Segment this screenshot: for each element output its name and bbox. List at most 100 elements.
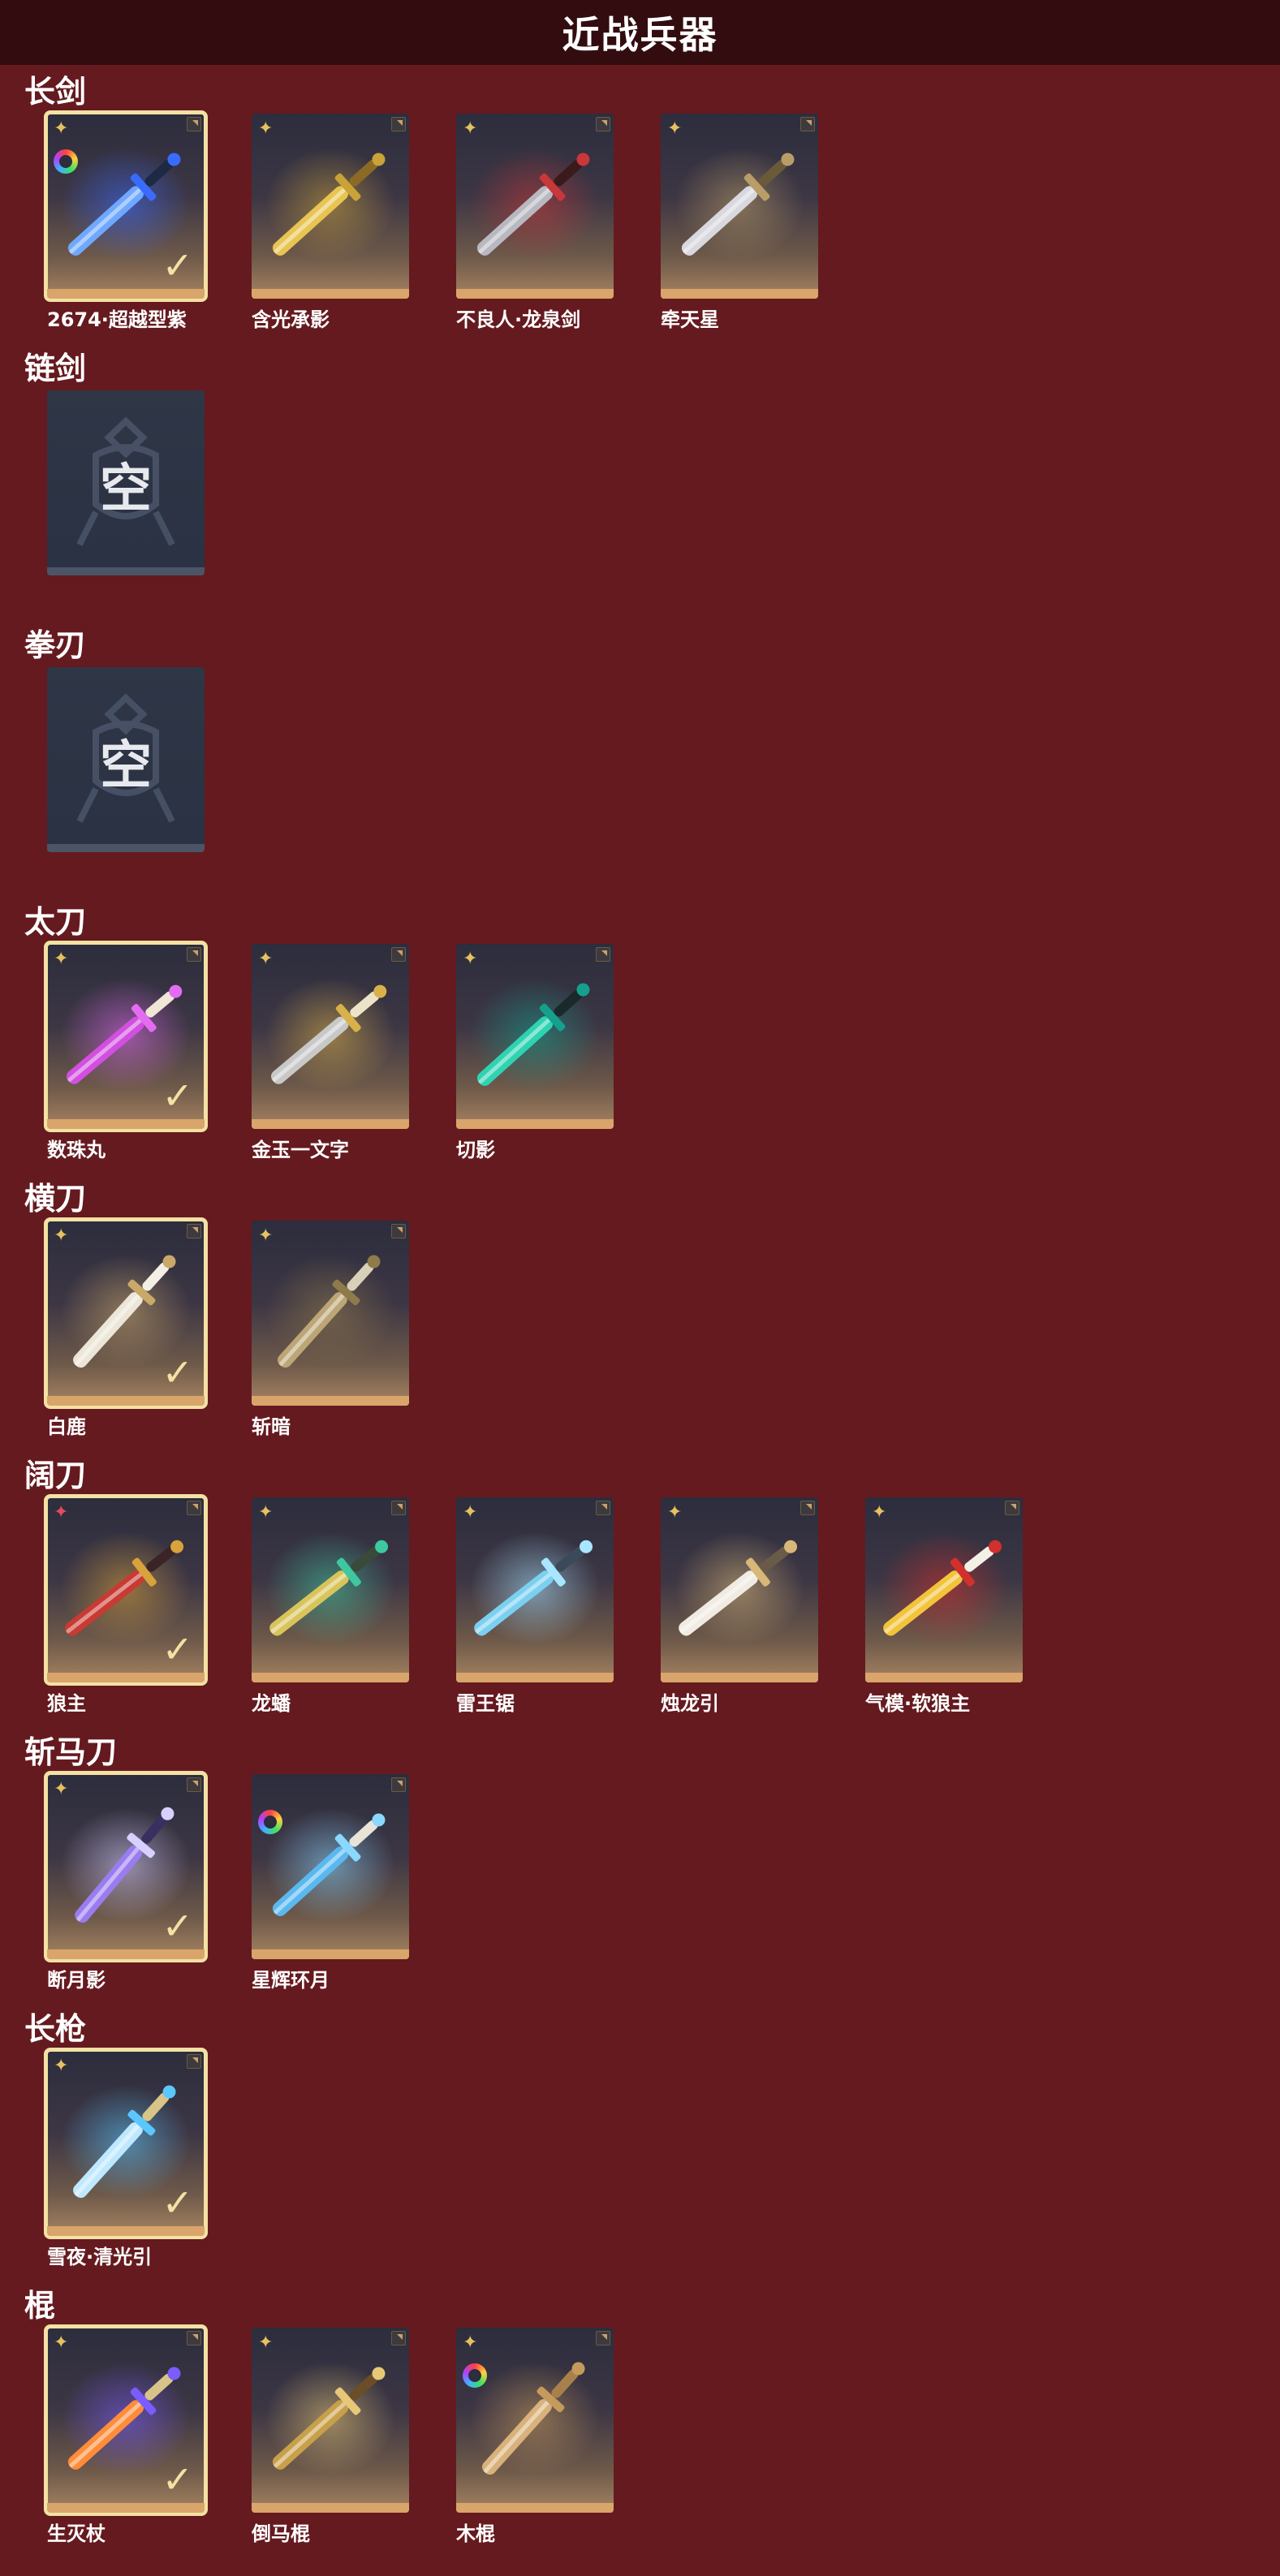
weapon-item[interactable]: ✦ 不良人·龙泉剑 [456,114,614,332]
weapon-item[interactable]: ✦ 牵天星 [661,114,818,332]
weapon-item[interactable]: ✦ 雷王锯 [456,1497,614,1716]
weapon-card[interactable]: ✦ [456,1497,614,1682]
empty-slot-card[interactable]: 空 [47,390,205,575]
weapon-card[interactable]: ✦ [456,944,614,1129]
category-title: 棍 [24,2288,56,2324]
quality-star-icon: ✦ [54,1779,69,1799]
weapon-card[interactable]: ✦ [661,114,818,299]
weapon-item[interactable]: ✦ 含光承影 [252,114,409,332]
weapon-card[interactable]: ✦ [252,114,409,299]
weapon-card[interactable]: ✦ [865,1497,1023,1682]
weapon-name: 牵天星 [661,308,719,331]
weapon-item[interactable]: ✦ 切影 [456,944,614,1162]
weapon-card[interactable]: ✦ [661,1497,818,1682]
quality-star-icon: ✦ [258,118,274,139]
weapon-card[interactable]: ✦ ✓ [44,1494,208,1686]
quality-star-icon: ✦ [258,2333,274,2353]
selected-check-icon: ✓ [162,1074,193,1118]
weapon-item[interactable]: ✦ ✓ 狼主 [44,1494,208,1716]
weapon-name: 断月影 [47,1969,106,1992]
category-title: 链剑 [24,351,87,386]
rainbow-ring-icon [258,1810,282,1834]
weapon-card[interactable]: ✦ ✓ [44,110,208,302]
category-title: 横刀 [24,1181,87,1217]
weapon-name: 金玉一文字 [252,1139,349,1161]
quality-star-icon: ✦ [258,1502,274,1523]
weapon-art-icon [265,1255,395,1368]
weapon-item[interactable]: ✦ ✓ 白鹿 [44,1217,208,1439]
weapon-item[interactable]: 星辉环月 [252,1774,409,1992]
empty-slot[interactable]: 空 [47,390,205,575]
page-title: 近战兵器 [562,13,718,57]
weapon-item[interactable]: ✦ ✓ 雪夜·清光引 [44,2048,208,2269]
weapon-item[interactable]: ✦ 气模·软狼主 [865,1497,1023,1716]
weapon-art-icon [265,1531,395,1645]
weapon-card[interactable]: ✦ ✓ [44,2324,208,2516]
empty-slot-card[interactable]: 空 [47,667,205,852]
corner-tag-icon [800,1501,815,1515]
weapon-name: 星辉环月 [252,1969,330,1992]
weapon-card[interactable]: ✦ [456,114,614,299]
weapon-art-icon [265,978,395,1092]
quality-star-icon: ✦ [258,1226,274,1246]
selected-check-icon: ✓ [162,243,193,287]
corner-tag-icon [1005,1501,1019,1515]
page-header: 近战兵器 [0,0,1280,65]
weapon-item[interactable]: ✦ ✓ 断月影 [44,1771,208,1992]
weapon-name: 斩暗 [252,1415,291,1438]
weapon-name: 气模·软狼主 [865,1692,971,1715]
weapon-item[interactable]: ✦ 倒马棍 [252,2328,409,2546]
weapon-card[interactable]: ✦ ✓ [44,2048,208,2239]
quality-star-icon: ✦ [54,118,69,139]
weapon-item[interactable]: ✦ 斩暗 [252,1221,409,1439]
weapon-card[interactable]: ✦ [252,1497,409,1682]
weapon-item[interactable]: ✦ 木棍 [456,2328,614,2546]
quality-star-icon: ✦ [463,118,478,139]
corner-tag-icon [391,947,406,962]
weapon-card[interactable]: ✦ ✓ [44,1771,208,1962]
selected-check-icon: ✓ [162,1350,193,1394]
weapon-art-icon [470,2362,600,2475]
weapon-card[interactable] [252,1774,409,1959]
weapon-name: 龙蟠 [252,1692,291,1715]
weapon-card[interactable]: ✦ ✓ [44,941,208,1132]
quality-star-icon: ✦ [667,1502,683,1523]
selected-check-icon: ✓ [162,1627,193,1671]
weapon-art-icon [265,1808,395,1922]
weapon-card[interactable]: ✦ [252,1221,409,1406]
weapon-card[interactable]: ✦ ✓ [44,1217,208,1409]
quality-star-icon: ✦ [463,1502,478,1523]
quality-star-icon: ✦ [54,949,69,969]
weapon-item[interactable]: ✦ ✓ 数珠丸 [44,941,208,1162]
weapon-name: 雪夜·清光引 [47,2246,153,2268]
quality-star-icon: ✦ [872,1502,887,1523]
weapon-name: 生灭杖 [47,2522,106,2545]
weapon-art-icon [879,1531,1009,1645]
quality-star-icon: ✦ [54,1502,69,1523]
weapon-card[interactable]: ✦ [252,2328,409,2513]
weapon-art-icon [265,148,395,261]
empty-slot[interactable]: 空 [47,667,205,852]
weapon-item[interactable]: ✦ ✓ 2674·超越型紫 [44,110,208,332]
quality-star-icon: ✦ [54,1226,69,1246]
weapon-name: 切影 [456,1139,495,1161]
corner-tag-icon [187,1224,201,1238]
corner-tag-icon [391,117,406,131]
weapon-name: 含光承影 [252,308,330,331]
category-title: 斩马刀 [24,1734,118,1770]
weapon-item[interactable]: ✦ ✓ 生灭杖 [44,2324,208,2546]
weapon-item[interactable]: ✦ 龙蟠 [252,1497,409,1716]
weapon-card[interactable]: ✦ [252,944,409,1129]
weapon-card[interactable]: ✦ [456,2328,614,2513]
corner-tag-icon [187,117,201,131]
weapon-item[interactable]: ✦ 烛龙引 [661,1497,818,1716]
category-title: 太刀 [24,904,87,940]
empty-slot-label: 空 [100,736,152,796]
weapon-name: 2674·超越型紫 [47,308,187,331]
quality-star-icon: ✦ [667,118,683,139]
weapon-art-icon [674,148,804,261]
weapon-name: 不良人·龙泉剑 [456,308,581,331]
weapon-name: 倒马棍 [252,2522,310,2545]
corner-tag-icon [187,1777,201,1792]
weapon-item[interactable]: ✦ 金玉一文字 [252,944,409,1162]
